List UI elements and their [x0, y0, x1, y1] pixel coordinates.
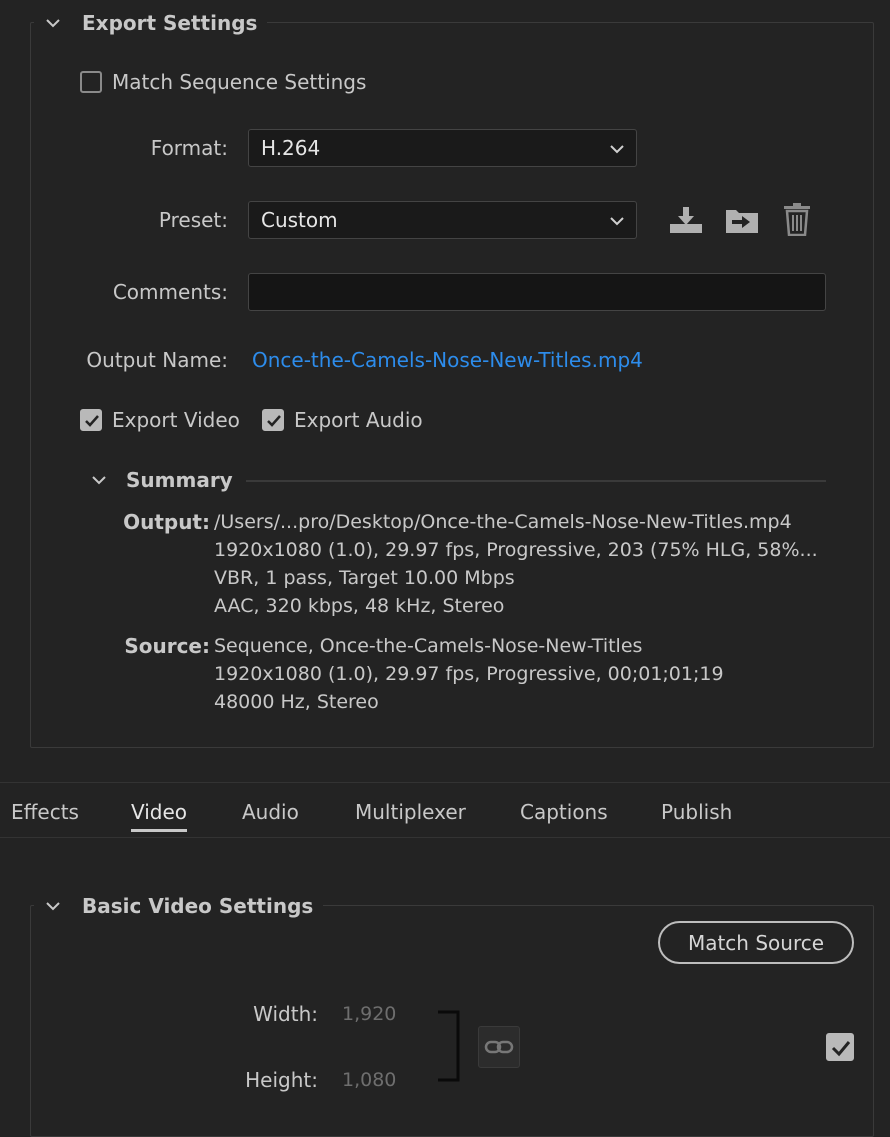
comments-label: Comments: [112, 280, 228, 304]
summary-source-text: Sequence, Once-the-Camels-Nose-New-Title… [214, 635, 724, 713]
summary-divider [246, 480, 826, 482]
format-select[interactable]: H.264 [248, 129, 637, 167]
export-audio-checkbox[interactable] [262, 409, 284, 431]
export-settings-title: Export Settings [82, 11, 258, 35]
tab-bar: Effects Video Audio Multiplexer Captions… [0, 782, 890, 838]
chevron-down-icon [92, 476, 106, 485]
tab-multiplexer[interactable]: Multiplexer [355, 800, 466, 824]
tab-publish[interactable]: Publish [661, 800, 732, 824]
basic-video-checkbox[interactable] [826, 1033, 854, 1061]
basic-video-settings-header[interactable]: Basic Video Settings [34, 891, 324, 921]
chevron-down-icon [610, 145, 624, 154]
tab-video[interactable]: Video [131, 800, 187, 824]
checkmark-icon [267, 415, 281, 427]
export-settings-header[interactable]: Export Settings [34, 8, 268, 38]
tab-audio[interactable]: Audio [242, 800, 299, 824]
preset-select[interactable]: Custom [248, 201, 637, 239]
preset-value: Custom [261, 208, 338, 232]
width-label: Width: [253, 1002, 318, 1026]
summary-output-label: Output: [123, 510, 210, 534]
basic-video-settings-title: Basic Video Settings [82, 894, 314, 918]
aspect-link-bracket [438, 1010, 460, 1082]
summary-source-label: Source: [124, 634, 210, 658]
export-video-checkbox[interactable] [80, 409, 102, 431]
tab-active-indicator [131, 829, 187, 832]
tab-captions[interactable]: Captions [520, 800, 608, 824]
checkmark-icon [831, 1041, 851, 1057]
import-preset-icon[interactable] [724, 204, 760, 236]
tab-effects[interactable]: Effects [11, 800, 79, 824]
summary-output-text: /Users/...pro/Desktop/Once-the-Camels-No… [214, 511, 818, 617]
format-value: H.264 [261, 136, 321, 160]
height-value[interactable]: 1,080 [342, 1069, 396, 1091]
output-name-label: Output Name: [86, 348, 228, 372]
output-name-link[interactable]: Once-the-Camels-Nose-New-Titles.mp4 [252, 348, 643, 372]
height-label: Height: [245, 1068, 318, 1092]
width-value[interactable]: 1,920 [342, 1003, 396, 1025]
summary-header[interactable]: Summary [88, 468, 233, 492]
constrain-proportions-button[interactable] [478, 1026, 520, 1068]
comments-input[interactable] [248, 273, 826, 311]
chevron-down-icon [610, 217, 624, 226]
chevron-down-icon [46, 19, 60, 28]
match-source-button[interactable]: Match Source [658, 921, 854, 964]
export-audio-label: Export Audio [294, 408, 423, 432]
format-label: Format: [150, 136, 228, 160]
chevron-down-icon [46, 902, 60, 911]
checkmark-icon [85, 415, 99, 427]
save-preset-icon[interactable] [668, 204, 704, 236]
trash-icon[interactable] [782, 202, 812, 236]
export-video-label: Export Video [112, 408, 240, 432]
match-sequence-label: Match Sequence Settings [112, 70, 367, 94]
match-sequence-checkbox[interactable] [80, 71, 102, 93]
summary-title: Summary [126, 468, 233, 492]
preset-label: Preset: [158, 208, 228, 232]
link-icon [484, 1040, 514, 1054]
